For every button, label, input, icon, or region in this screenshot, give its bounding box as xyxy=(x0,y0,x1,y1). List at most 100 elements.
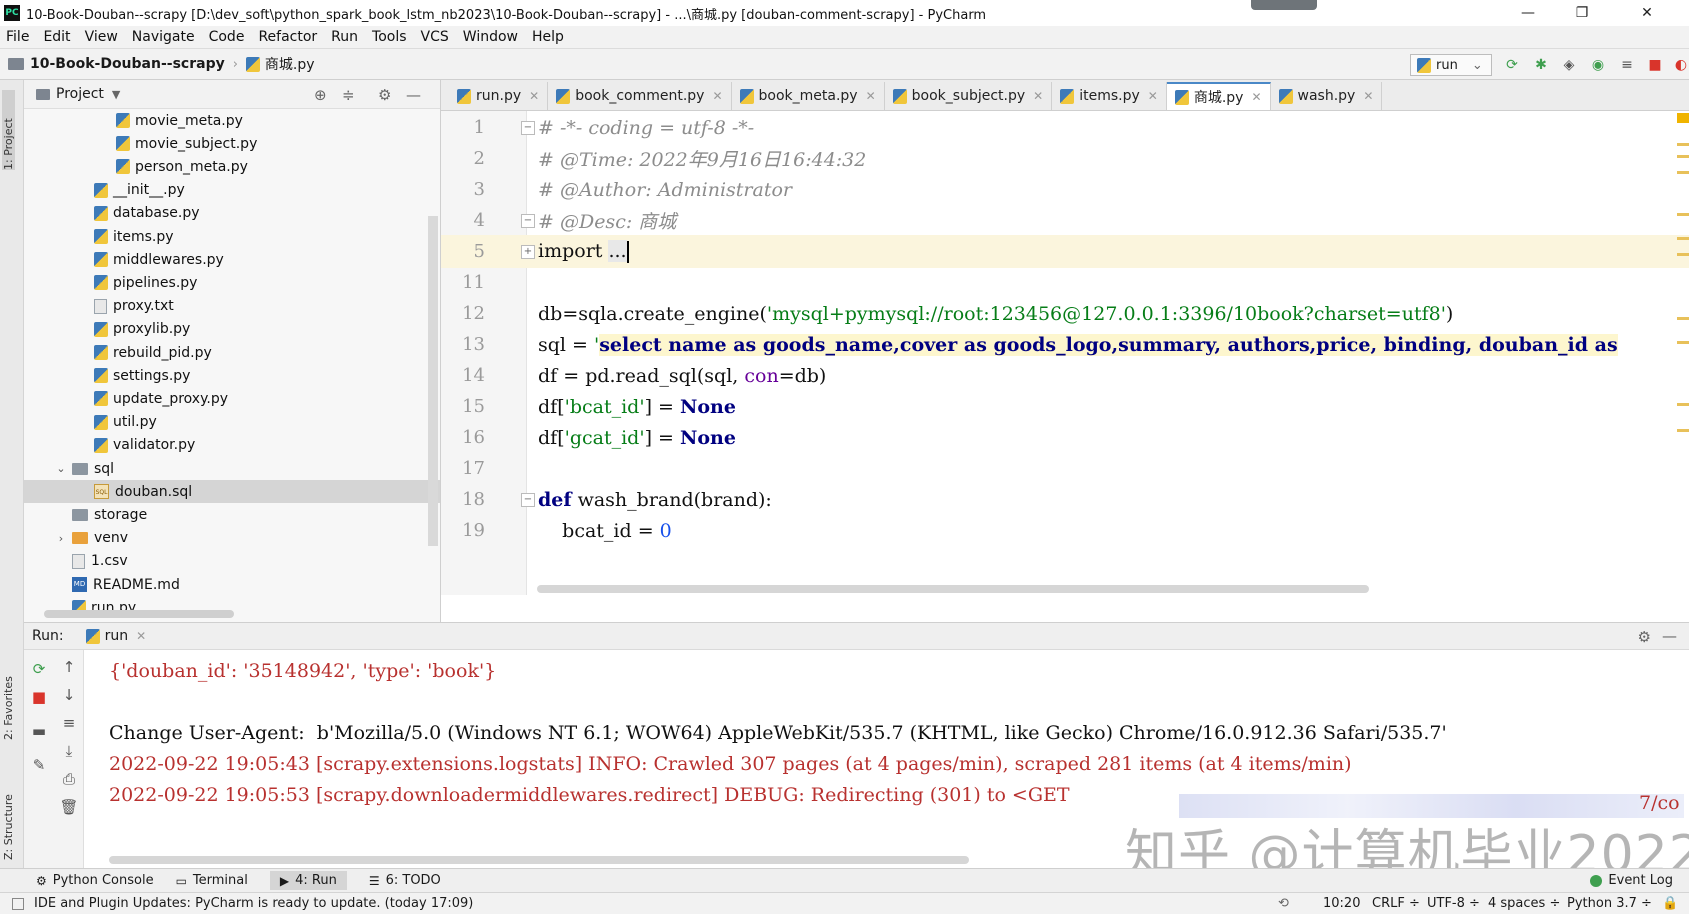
stripe-marker[interactable] xyxy=(1677,253,1689,256)
rerun-icon[interactable]: ⟳ xyxy=(30,660,48,678)
stripe-marker[interactable] xyxy=(1677,143,1689,146)
stripe-marker[interactable] xyxy=(1677,403,1689,406)
soft-wrap-icon[interactable]: ≡ xyxy=(60,714,78,732)
code-editor[interactable]: 1− # -*- coding = utf-8 -*- 2 # @Time: 2022… xyxy=(441,111,1689,595)
close-icon[interactable]: ✕ xyxy=(529,89,539,103)
git-sync-icon[interactable]: ⟲ xyxy=(1278,896,1289,911)
code-line[interactable]: 16 df['gcat_id'] = None xyxy=(441,421,1689,454)
project-scrollbar[interactable] xyxy=(428,216,438,546)
tree-item[interactable]: __init__.py xyxy=(24,179,440,202)
tree-item[interactable]: middlewares.py xyxy=(24,248,440,271)
print-icon[interactable]: ⎙ xyxy=(60,770,78,788)
collapse-fold-icon[interactable]: − xyxy=(521,492,535,507)
editor-tab[interactable]: book_subject.py ✕ xyxy=(885,82,1053,110)
event-log-button[interactable]: Event Log xyxy=(1590,873,1673,888)
pin-icon[interactable]: ✎ xyxy=(30,756,48,774)
bottom-tab[interactable]: ☰ 6: TODO xyxy=(369,873,441,888)
stop-icon[interactable]: ■ xyxy=(30,688,48,706)
tree-item[interactable]: settings.py xyxy=(24,364,440,387)
menu-help[interactable]: Help xyxy=(532,29,564,45)
search-everywhere-icon[interactable]: ◐ xyxy=(1673,57,1689,73)
tree-item[interactable]: proxy.txt xyxy=(24,295,440,318)
code-line[interactable]: 5 + import ... xyxy=(441,235,1689,268)
gear-icon[interactable]: ⚙ xyxy=(1638,628,1651,646)
status-message[interactable]: IDE and Plugin Updates: PyCharm is ready… xyxy=(34,896,473,911)
chevron-down-icon[interactable]: ⌄ xyxy=(54,462,68,475)
arrow-down-icon[interactable]: ↓ xyxy=(60,686,78,704)
tool-tab-favorites[interactable]: 2: Favorites xyxy=(2,660,15,740)
tree-item[interactable]: pipelines.py xyxy=(24,271,440,294)
hide-panel-icon[interactable]: — xyxy=(1662,627,1677,645)
debug-icon[interactable]: ✱ xyxy=(1533,57,1549,73)
run-configuration-select[interactable]: run ⌄ xyxy=(1410,54,1492,76)
close-icon[interactable]: ✕ xyxy=(1363,89,1373,103)
code-line[interactable]: 13 sql = 'select name as goods_name,cover… xyxy=(441,328,1689,361)
editor-tab[interactable]: wash.py ✕ xyxy=(1271,82,1383,110)
tree-item[interactable]: storage xyxy=(24,503,440,526)
gear-icon[interactable]: ⚙ xyxy=(378,86,391,104)
close-icon[interactable]: ✕ xyxy=(1148,89,1158,103)
code-line[interactable]: 2 # @Time: 2022年9月16日16:44:32 xyxy=(441,142,1689,175)
tree-item[interactable]: items.py xyxy=(24,225,440,248)
tree-item[interactable]: MD README.md xyxy=(24,573,440,596)
close-icon[interactable]: ✕ xyxy=(136,629,146,643)
status-toggle-icon[interactable] xyxy=(12,897,24,910)
menu-tools[interactable]: Tools xyxy=(372,29,407,45)
close-window-button[interactable]: ✕ xyxy=(1620,0,1674,26)
tool-tab-project[interactable]: 1: Project xyxy=(2,90,15,170)
close-icon[interactable]: ✕ xyxy=(1033,89,1043,103)
code-line[interactable]: 14 df = pd.read_sql(sql, con=db) xyxy=(441,359,1689,392)
menu-code[interactable]: Code xyxy=(209,29,245,45)
breadcrumb-file[interactable]: 商城.py xyxy=(245,54,315,74)
lock-icon[interactable]: 🔒 xyxy=(1662,896,1678,911)
code-line[interactable]: 18 − def wash_brand(brand): xyxy=(441,483,1689,516)
stripe-marker[interactable] xyxy=(1677,213,1689,216)
menu-file[interactable]: File xyxy=(6,29,29,45)
caret-position[interactable]: 10:20 xyxy=(1323,896,1360,911)
bottom-tab[interactable]: ▭ Terminal xyxy=(176,873,248,888)
editor-tab[interactable]: run.py ✕ xyxy=(449,82,549,110)
locate-icon[interactable]: ⊕ xyxy=(314,86,327,104)
tree-item[interactable]: movie_subject.py xyxy=(24,132,440,155)
editor-tab[interactable]: book_meta.py ✕ xyxy=(732,82,885,110)
stop-icon[interactable]: ■ xyxy=(1647,57,1663,73)
collapse-fold-icon[interactable]: − xyxy=(521,120,535,135)
build-icon[interactable]: ≡ xyxy=(1619,57,1635,73)
warning-marker[interactable] xyxy=(1677,113,1689,123)
project-horizontal-scrollbar[interactable] xyxy=(44,610,234,618)
project-panel-title[interactable]: Project xyxy=(56,86,104,102)
collapse-all-icon[interactable]: ≑ xyxy=(342,86,355,104)
close-icon[interactable]: ✕ xyxy=(712,89,722,103)
code-line[interactable]: 11 xyxy=(441,266,1689,299)
bottom-tab[interactable]: ⚙ Python Console xyxy=(36,873,154,888)
line-separator[interactable]: CRLF ÷ xyxy=(1372,896,1420,911)
tree-item[interactable]: util.py xyxy=(24,411,440,434)
stripe-marker[interactable] xyxy=(1677,155,1689,158)
stripe-marker[interactable] xyxy=(1677,171,1689,174)
menu-view[interactable]: View xyxy=(85,29,118,45)
code-line[interactable]: 1 − # -*- coding = utf-8 -*- xyxy=(441,111,1689,144)
code-line[interactable]: 17 xyxy=(441,452,1689,485)
code-line[interactable]: 15 df['bcat_id'] = None xyxy=(441,390,1689,423)
arrow-up-icon[interactable]: ↑ xyxy=(60,658,78,676)
editor-tab[interactable]: book_comment.py ✕ xyxy=(548,82,732,110)
close-icon[interactable]: ✕ xyxy=(1251,90,1261,104)
code-line[interactable]: 12 db=sqla.create_engine('mysql+pymysql:/… xyxy=(441,297,1689,330)
tool-tab-structure[interactable]: Z: Structure xyxy=(2,770,15,860)
tree-item[interactable]: update_proxy.py xyxy=(24,387,440,410)
tree-item[interactable]: validator.py xyxy=(24,434,440,457)
indent-setting[interactable]: 4 spaces ÷ xyxy=(1488,896,1560,911)
tree-item[interactable]: › venv xyxy=(24,527,440,550)
expand-fold-icon[interactable]: + xyxy=(521,244,535,259)
menu-navigate[interactable]: Navigate xyxy=(132,29,195,45)
profile-icon[interactable]: ◉ xyxy=(1590,57,1606,73)
tree-item[interactable]: 1.csv xyxy=(24,550,440,573)
menu-vcs[interactable]: VCS xyxy=(421,29,449,45)
stripe-marker[interactable] xyxy=(1677,317,1689,320)
file-encoding[interactable]: UTF-8 ÷ xyxy=(1427,896,1480,911)
code-line[interactable]: 19 bcat_id = 0 xyxy=(441,514,1689,547)
breadcrumb-project[interactable]: 10-Book-Douban--scrapy xyxy=(8,56,225,72)
close-icon[interactable]: ✕ xyxy=(866,89,876,103)
tree-item[interactable]: movie_meta.py xyxy=(24,109,440,132)
editor-horizontal-scrollbar[interactable] xyxy=(537,585,1369,593)
